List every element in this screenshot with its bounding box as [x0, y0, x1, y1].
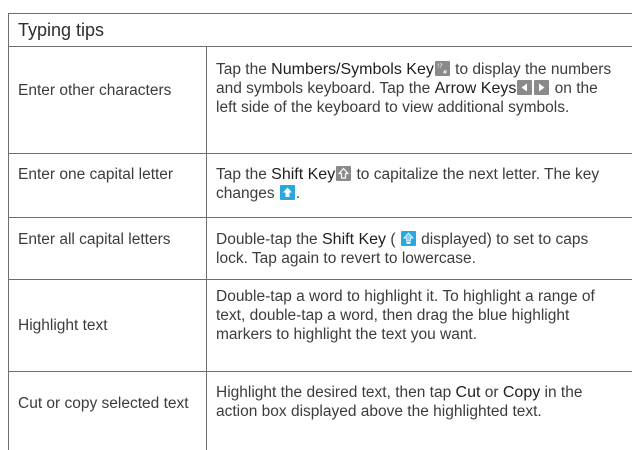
arrow-keys-icon [517, 80, 550, 95]
table-row-action: Highlight text [18, 317, 108, 334]
table-header-divider [8, 46, 632, 47]
shift-key-caps-lock-icon [400, 231, 416, 246]
key-name: Shift Key [322, 231, 387, 248]
table-row-action: Enter other characters [18, 82, 172, 99]
table-row-divider [8, 153, 632, 154]
table-row-divider [8, 279, 632, 280]
table-row-action: Enter all capital letters [18, 231, 171, 248]
key-name: Copy [502, 384, 541, 401]
description-text: Double-tap the [216, 231, 322, 248]
table-row-action: Cut or copy selected text [18, 395, 189, 412]
shift-key-active-icon [279, 185, 295, 200]
description-text: or [480, 384, 503, 401]
numbers-symbols-key-icon: !? # [434, 61, 450, 76]
key-name: Numbers/Symbols Key [271, 61, 434, 78]
shift-key-icon [336, 166, 352, 181]
description-text: ( [386, 231, 400, 248]
description-text: Tap the [216, 61, 272, 78]
description-text: . [295, 185, 301, 202]
table-row-description: Tap the Numbers/Symbols Key!? # to displa… [216, 60, 616, 117]
table-title: Typing tips [18, 20, 105, 40]
table-row-description: Double-tap the Shift Key ( displayed) to… [216, 230, 616, 268]
description-text: Highlight the desired text, then tap [216, 384, 456, 401]
typing-tips-page: Typing tips Enter other characters Tap t… [0, 0, 632, 450]
key-name: Cut [455, 384, 481, 401]
table-left-border [8, 13, 9, 450]
svg-text:#: # [442, 69, 447, 76]
table-row-action: Enter one capital letter [18, 166, 174, 183]
table-row-description: Tap the Shift Key to capitalize the next… [216, 165, 616, 203]
description-text: Tap the [216, 166, 272, 183]
table-top-border [8, 13, 632, 14]
key-name: Arrow Keys [434, 80, 517, 97]
table-column-divider [206, 46, 207, 450]
table-row-divider [8, 371, 632, 372]
table-row-divider [8, 217, 632, 218]
key-name: Shift Key [271, 166, 336, 183]
table-row-description: Double-tap a word to highlight it. To hi… [216, 288, 595, 343]
table-row-description: Highlight the desired text, then tap Cut… [216, 383, 616, 421]
